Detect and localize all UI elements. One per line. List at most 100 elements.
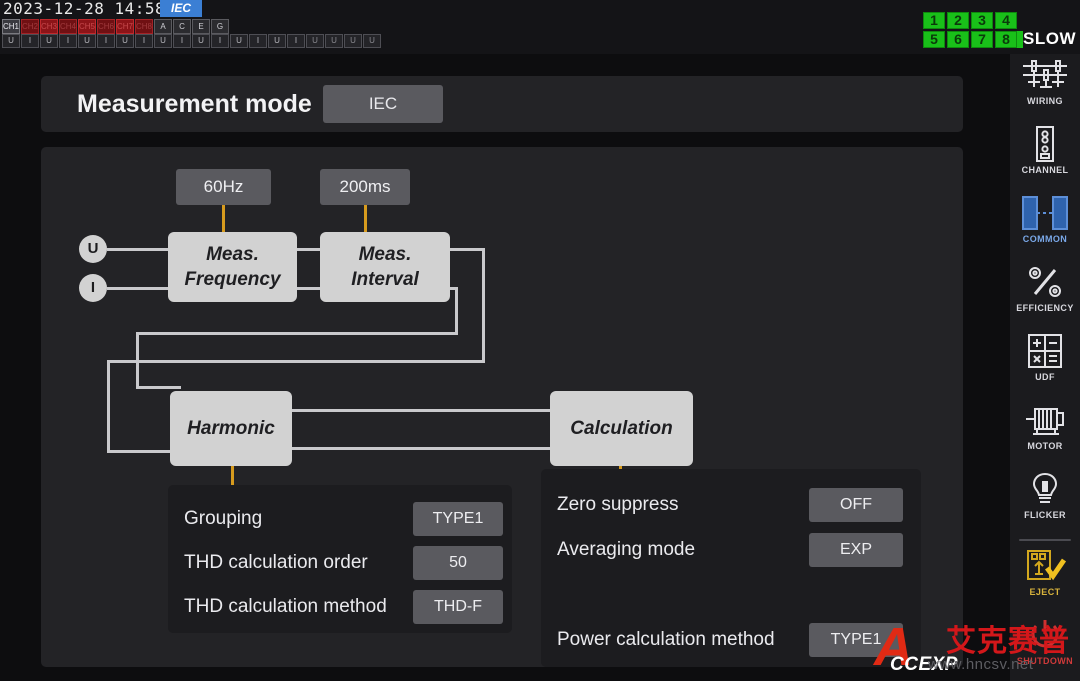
block-calculation[interactable]: Calculation	[550, 391, 693, 466]
setting-label: Averaging mode	[557, 539, 696, 560]
wire-i-to-freq	[107, 287, 170, 290]
channel-cell[interactable]: CH1	[2, 19, 20, 34]
channel-type-cell[interactable]: U	[2, 34, 20, 48]
flicker-icon	[1010, 468, 1080, 510]
channel-cell[interactable]: CH8	[135, 19, 153, 34]
sidebar-item-flicker[interactable]: FLICKER	[1010, 468, 1080, 537]
stem-harmonic	[231, 466, 234, 487]
sidebar-item-label: UDF	[1035, 372, 1055, 382]
block-meas-interval[interactable]: Meas. Interval	[320, 232, 450, 302]
channel-type-cell[interactable]: U	[344, 34, 362, 48]
channel-number-cell[interactable]: 3	[971, 12, 993, 29]
channel-number-cell[interactable]: 6	[947, 31, 969, 48]
wire-harmonic-to-calc-a	[291, 409, 553, 412]
sidebar-item-eject[interactable]: EJECT	[1010, 545, 1080, 614]
sidebar-item-label: MOTOR	[1027, 441, 1063, 451]
channel-cell[interactable]: A	[154, 19, 172, 34]
channel-number-cell[interactable]: 8	[995, 31, 1017, 48]
wire-u-to-freq	[107, 248, 170, 251]
wiring-icon	[1010, 54, 1080, 96]
block-line-2: Frequency	[184, 269, 281, 290]
channel-type-cell[interactable]: I	[97, 34, 115, 48]
meas-interval-value-button[interactable]: 200ms	[320, 169, 410, 205]
channel-type-cell[interactable]: U	[116, 34, 134, 48]
channel-number-cell[interactable]: 2	[947, 12, 969, 29]
channel-type-cell[interactable]: I	[135, 34, 153, 48]
power-calculation-method-value-button[interactable]: TYPE1	[809, 623, 903, 657]
sidebar-item-udf[interactable]: UDF	[1010, 330, 1080, 399]
channel-row-top: CH1 CH2 CH3 CH4 CH5 CH6 CH7 CH8 A C E G	[2, 19, 382, 34]
block-line-1: Meas.	[358, 244, 412, 265]
channel-type-cell[interactable]: U	[268, 34, 286, 48]
sidebar-item-shutdown[interactable]: SHUTDOWN	[1010, 614, 1080, 681]
setting-label: THD calculation order	[184, 552, 368, 573]
setting-label: Power calculation method	[557, 629, 775, 650]
channel-number-grid: 1234 5678	[923, 12, 1017, 48]
zero-suppress-value-button[interactable]: OFF	[809, 488, 903, 522]
channel-cell[interactable]: C	[173, 19, 191, 34]
sidebar-item-common[interactable]: COMMON	[1010, 192, 1080, 261]
setting-label: Zero suppress	[557, 494, 679, 515]
sidebar-item-channel[interactable]: CHANNEL	[1010, 123, 1080, 192]
channel-type-cell[interactable]: U	[363, 34, 381, 48]
thd-calculation-order-value-button[interactable]: 50	[413, 546, 503, 580]
terminal-u: U	[79, 235, 107, 263]
averaging-mode-value-button[interactable]: EXP	[809, 533, 903, 567]
channel-type-cell[interactable]: U	[230, 34, 248, 48]
sidebar-divider	[1019, 539, 1071, 541]
sidebar-item-wiring[interactable]: WIRING	[1010, 54, 1080, 123]
setting-row-thd-order: THD calculation order 50	[168, 541, 512, 585]
channel-type-cell[interactable]: I	[173, 34, 191, 48]
channel-number-cell[interactable]: 1	[923, 12, 945, 29]
channel-type-cell[interactable]: U	[325, 34, 343, 48]
channel-type-cell[interactable]: I	[287, 34, 305, 48]
setting-row-averaging-mode: Averaging mode EXP	[541, 528, 921, 572]
channel-cell[interactable]: CH3	[40, 19, 58, 34]
setting-label: THD calculation method	[184, 596, 387, 617]
block-line-1: Harmonic	[187, 418, 275, 439]
channel-cell[interactable]: CH7	[116, 19, 134, 34]
wire-outer-back	[107, 360, 485, 363]
channel-number-cell[interactable]: 5	[923, 31, 945, 48]
channel-type-cell[interactable]: U	[78, 34, 96, 48]
wire-freq-to-interval-b	[296, 287, 323, 290]
channel-type-cell[interactable]: I	[211, 34, 229, 48]
sidebar-item-label: EJECT	[1029, 587, 1061, 597]
channel-type-cell[interactable]: I	[59, 34, 77, 48]
setting-row-zero-suppress: Zero suppress OFF	[541, 483, 921, 527]
mode-badge: IEC	[160, 0, 202, 17]
update-rate-group: 1234 5678 SLOW	[923, 12, 1076, 48]
setting-row-grouping: Grouping TYPE1	[168, 497, 512, 541]
channel-cell[interactable]: CH5	[78, 19, 96, 34]
block-harmonic[interactable]: Harmonic	[170, 391, 292, 466]
meas-frequency-value-button[interactable]: 60Hz	[176, 169, 271, 205]
sidebar-item-label: EFFICIENCY	[1016, 303, 1074, 313]
measurement-mode-value-button[interactable]: IEC	[323, 85, 443, 123]
channel-type-cell[interactable]: U	[306, 34, 324, 48]
channel-cell[interactable]: CH2	[21, 19, 39, 34]
sidebar-item-efficiency[interactable]: EFFICIENCY	[1010, 261, 1080, 330]
channel-cell[interactable]: CH6	[97, 19, 115, 34]
channel-number-cell[interactable]: 4	[995, 12, 1017, 29]
thd-calculation-method-value-button[interactable]: THD-F	[413, 590, 503, 624]
channel-cell[interactable]: CH4	[59, 19, 77, 34]
wire-outer-down	[482, 248, 485, 363]
block-meas-frequency[interactable]: Meas. Frequency	[168, 232, 297, 302]
channel-cell[interactable]: G	[211, 19, 229, 34]
wire-outer-down-left	[107, 360, 110, 453]
setting-row-thd-method: THD calculation method THD-F	[168, 585, 512, 629]
sidebar-item-motor[interactable]: MOTOR	[1010, 399, 1080, 468]
sidebar-item-label: FLICKER	[1024, 510, 1066, 520]
grouping-value-button[interactable]: TYPE1	[413, 502, 503, 536]
channel-type-cell[interactable]: I	[249, 34, 267, 48]
wire-harmonic-to-calc-b	[291, 447, 553, 450]
channel-type-cell[interactable]: U	[192, 34, 210, 48]
wire-outer-into-harmonic	[107, 450, 177, 453]
channel-row-bottom: UIUIUIUIUIUIUIUIUUUU	[2, 34, 382, 48]
channel-number-cell[interactable]: 7	[971, 31, 993, 48]
channel-cell[interactable]: E	[192, 19, 210, 34]
sidebar-item-label: SHUTDOWN	[1016, 656, 1074, 666]
channel-type-cell[interactable]: U	[154, 34, 172, 48]
channel-type-cell[interactable]: U	[40, 34, 58, 48]
channel-type-cell[interactable]: I	[21, 34, 39, 48]
